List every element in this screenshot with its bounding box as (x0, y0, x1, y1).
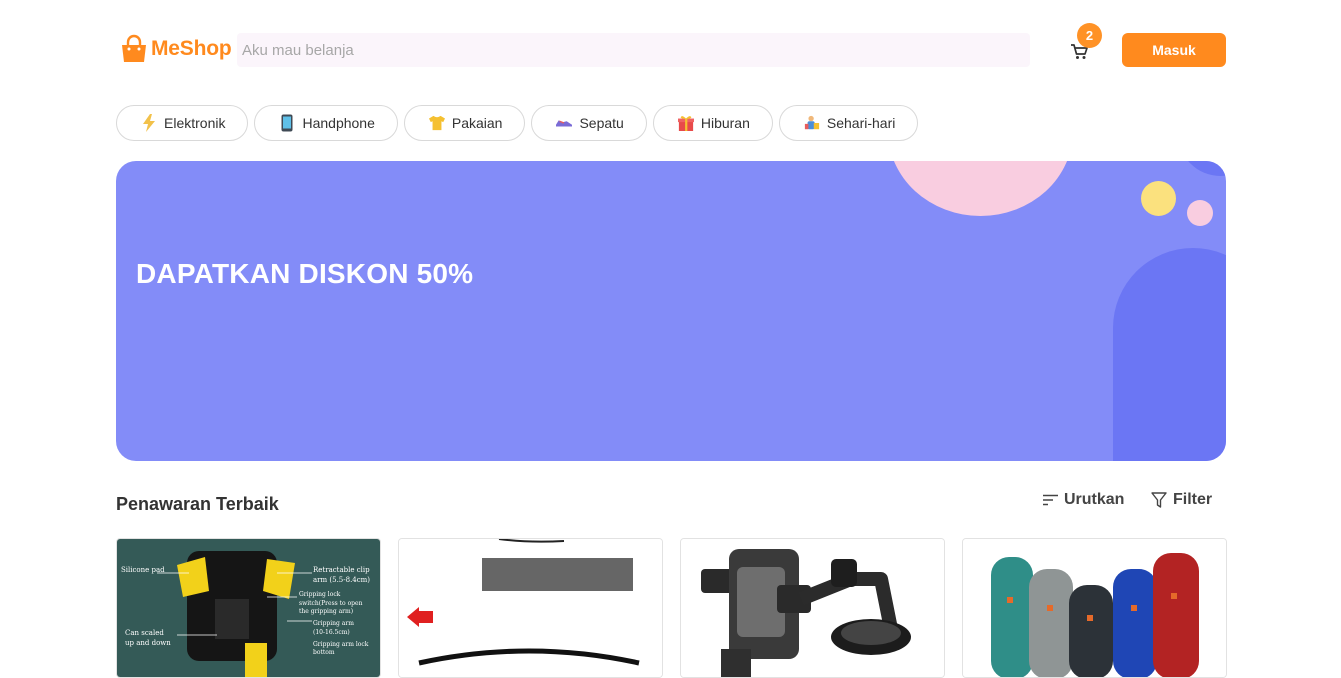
category-sehari-hari[interactable]: Sehari-hari (778, 105, 919, 141)
annotation: Retractable clip (313, 566, 370, 574)
filter-icon (1151, 492, 1167, 508)
product-image (963, 539, 1226, 677)
filter-button[interactable]: Filter (1151, 491, 1212, 509)
category-label: Sepatu (579, 115, 624, 131)
annotation: Silicone pad (121, 566, 165, 574)
product-image: Silicone pad Retractable clip arm (5.5-8… (117, 539, 380, 677)
banner-blue-shape (1113, 248, 1226, 461)
sort-label: Urutkan (1064, 491, 1125, 508)
category-label: Elektronik (164, 115, 226, 131)
login-button[interactable]: Masuk (1122, 33, 1226, 67)
banner-yellow-circle (1141, 181, 1176, 216)
annotation: Gripping lock (299, 591, 341, 598)
category-label: Pakaian (451, 115, 503, 131)
category-label: Handphone (302, 115, 375, 131)
product-card[interactable] (398, 538, 663, 678)
annotation: arm (5.5-8.4cm) (313, 576, 370, 584)
filter-label: Filter (1173, 491, 1213, 508)
annotation: Can scaled (125, 629, 164, 637)
product-image (681, 539, 944, 677)
product-image (399, 539, 662, 677)
banner-blue-circle-top (1178, 161, 1226, 176)
logo[interactable]: MeShop (119, 34, 232, 64)
product-card[interactable]: Silicone pad Retractable clip arm (5.5-8… (116, 538, 381, 678)
header: MeShop 2 Masuk (0, 0, 1341, 100)
shopper-icon (804, 114, 820, 132)
category-elektronik[interactable]: Elektronik (116, 105, 249, 141)
category-label: Hiburan (700, 115, 750, 131)
search-input[interactable] (237, 33, 1030, 67)
section-title: Penawaran Terbaik (116, 494, 279, 514)
shoe-icon (556, 114, 573, 132)
annotation: Gripping arm (313, 620, 354, 627)
annotation: (10-16.5cm) (313, 629, 350, 636)
category-handphone[interactable]: Handphone (254, 105, 398, 141)
banner-pink-dot (1187, 200, 1213, 226)
product-grid: Silicone pad Retractable clip arm (5.5-8… (116, 538, 1227, 678)
logo-text: MeShop (151, 37, 232, 60)
banner-pink-circle (888, 161, 1073, 216)
shirt-icon (428, 114, 445, 132)
product-card[interactable] (680, 538, 945, 678)
lightning-icon (141, 114, 157, 132)
category-bar: Elektronik Handphone Pakaian Sepatu Hibu… (116, 105, 919, 141)
annotation: up and down (125, 639, 171, 647)
cart-badge: 2 (1077, 23, 1102, 48)
phone-icon (279, 114, 295, 132)
category-sepatu[interactable]: Sepatu (531, 105, 647, 141)
product-card[interactable] (962, 538, 1227, 678)
shopping-bag-icon (122, 34, 146, 62)
annotation: Gripping arm lock (313, 641, 369, 648)
sort-icon (1043, 494, 1058, 506)
category-pakaian[interactable]: Pakaian (403, 105, 526, 141)
promo-banner[interactable]: DAPATKAN DISKON 50% (116, 161, 1226, 461)
category-label: Sehari-hari (826, 115, 896, 131)
annotation: the gripping arm) (299, 608, 353, 615)
annotation: switch(Press to open (299, 600, 363, 607)
category-hiburan[interactable]: Hiburan (652, 105, 773, 141)
banner-title: DAPATKAN DISKON 50% (136, 258, 474, 289)
gift-icon (677, 114, 694, 132)
sort-button[interactable]: Urutkan (1043, 491, 1124, 509)
